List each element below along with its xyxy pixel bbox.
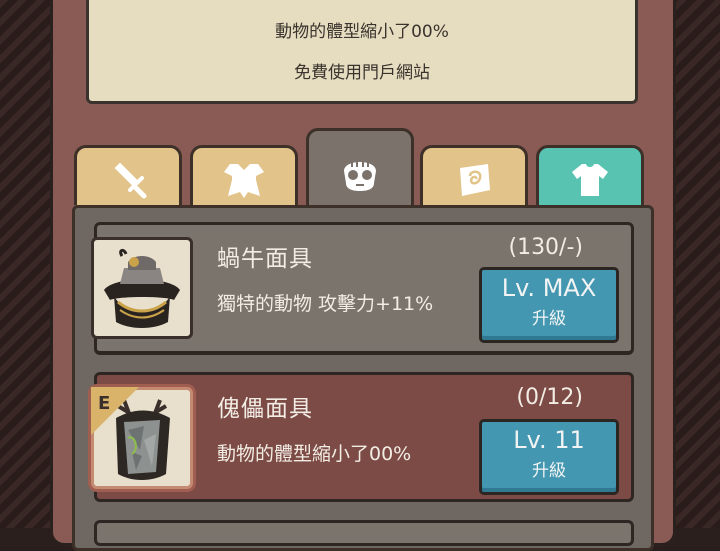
upgrade-label: 升級 bbox=[532, 461, 566, 481]
sword-icon bbox=[114, 162, 147, 199]
item-name: 傀儡面具 bbox=[217, 396, 313, 422]
info-panel: 動物的體型縮小了00% 免費使用門戶網站 bbox=[86, 0, 638, 104]
item-name: 蝸牛面具 bbox=[217, 246, 313, 272]
tab-scroll[interactable] bbox=[420, 145, 528, 205]
upgrade-button[interactable]: Lv. 11 升級 bbox=[479, 419, 619, 495]
armor-icon bbox=[224, 164, 264, 198]
upgrade-label: 升級 bbox=[532, 309, 566, 329]
list-item-next[interactable] bbox=[94, 520, 634, 546]
grade-letter: E bbox=[98, 393, 111, 414]
item-thumbnail bbox=[91, 237, 193, 339]
shirt-icon bbox=[572, 164, 608, 196]
list-item-puppet-mask[interactable]: E 傀儡面具 動物的體型縮小了00% (0/12) Lv. 11 升級 bbox=[91, 372, 634, 502]
scroll-icon bbox=[460, 164, 490, 196]
level-label: Lv. 11 bbox=[513, 426, 585, 454]
item-description: 獨特的動物 攻擊力+11% bbox=[217, 293, 434, 315]
tab-weapon[interactable] bbox=[74, 145, 182, 205]
info-line-size: 動物的體型縮小了00% bbox=[275, 22, 449, 42]
list-item-snail-mask[interactable]: 蝸牛面具 獨特的動物 攻擊力+11% (130/-) Lv. MAX 升級 bbox=[91, 222, 634, 355]
item-thumbnail: E bbox=[91, 387, 193, 489]
item-count: (130/-) bbox=[508, 235, 583, 260]
level-label: Lv. MAX bbox=[501, 274, 597, 302]
info-line-portal: 免費使用門戶網站 bbox=[294, 63, 430, 83]
item-count: (0/12) bbox=[516, 385, 583, 410]
snail-mask-icon bbox=[104, 248, 180, 328]
item-description: 動物的體型縮小了00% bbox=[217, 443, 412, 465]
tab-armor[interactable] bbox=[190, 145, 298, 205]
upgrade-button[interactable]: Lv. MAX 升級 bbox=[479, 267, 619, 343]
mask-icon bbox=[344, 162, 376, 191]
tab-costume[interactable] bbox=[536, 145, 644, 205]
